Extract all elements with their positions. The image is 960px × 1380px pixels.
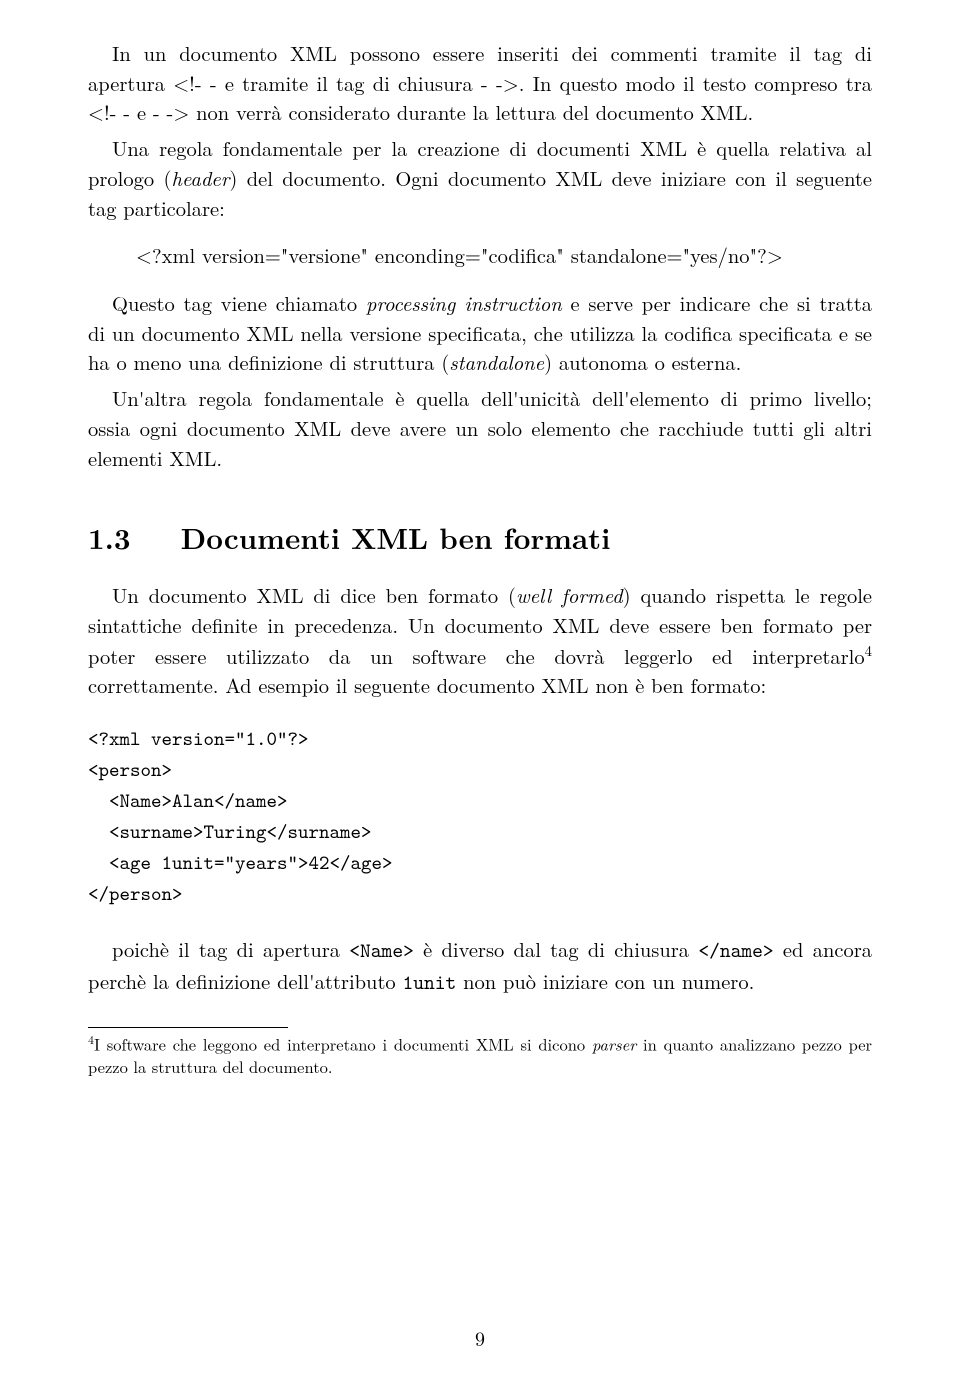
- text: 9: [475, 1323, 485, 1352]
- page: In un documento XML possono essere inser…: [0, 0, 960, 1380]
- text: ) autonoma o esterna.: [544, 347, 741, 376]
- footnote-separator: [88, 1027, 288, 1028]
- code-text: <?xml version="1.0"?> <person> <Name>Ala…: [88, 726, 393, 907]
- page-number: 9: [0, 1323, 960, 1352]
- text: Un'altra regola fondamentale è quella de…: [88, 383, 872, 471]
- text: I software che leggono ed interpretano i…: [94, 1032, 592, 1056]
- text-italic: well formed: [516, 580, 623, 609]
- text: <?xml version="versione" enconding="codi…: [136, 240, 783, 269]
- processing-instruction-example: <?xml version="versione" enconding="codi…: [136, 240, 872, 270]
- text-italic: processing instruction: [366, 288, 562, 317]
- code-inline: <Name>: [349, 937, 414, 964]
- paragraph-comments: In un documento XML possono essere inser…: [88, 38, 872, 127]
- section-heading: 1.3 Documenti XML ben formati: [88, 516, 872, 558]
- code-inline: </name>: [698, 937, 773, 964]
- code-inline: 1unit: [403, 969, 457, 996]
- paragraph-processing-instruction: Questo tag viene chiamato processing ins…: [88, 288, 872, 377]
- text: correttamente. Ad esempio il seguente do…: [88, 670, 766, 699]
- footnote-ref: 4: [865, 640, 872, 661]
- paragraph-root-element: Un'altra regola fondamentale è quella de…: [88, 383, 872, 472]
- section-number: 1.3: [88, 516, 131, 558]
- paragraph-prolog: Una regola fondamentale per la creazione…: [88, 133, 872, 222]
- text: Questo tag viene chiamato: [112, 288, 366, 317]
- text: non può iniziare con un numero.: [456, 966, 754, 995]
- text: Un documento XML di dice ben formato (: [112, 580, 516, 609]
- section-title: Documenti XML ben formati: [181, 516, 611, 558]
- xml-example-code: <?xml version="1.0"?> <person> <Name>Ala…: [88, 724, 872, 910]
- paragraph-well-formed: Un documento XML di dice ben formato (we…: [88, 580, 872, 700]
- text-italic: header: [171, 163, 229, 192]
- text-italic: standalone: [449, 347, 544, 376]
- text: poichè il tag di apertura: [112, 934, 349, 963]
- text: è diverso dal tag di chiusura: [414, 934, 698, 963]
- text: In un documento XML possono essere inser…: [88, 38, 872, 126]
- paragraph-explanation: poichè il tag di apertura <Name> è diver…: [88, 934, 872, 997]
- text-italic: parser: [592, 1032, 636, 1056]
- footnote: 4I software che leggono ed interpretano …: [88, 1032, 872, 1077]
